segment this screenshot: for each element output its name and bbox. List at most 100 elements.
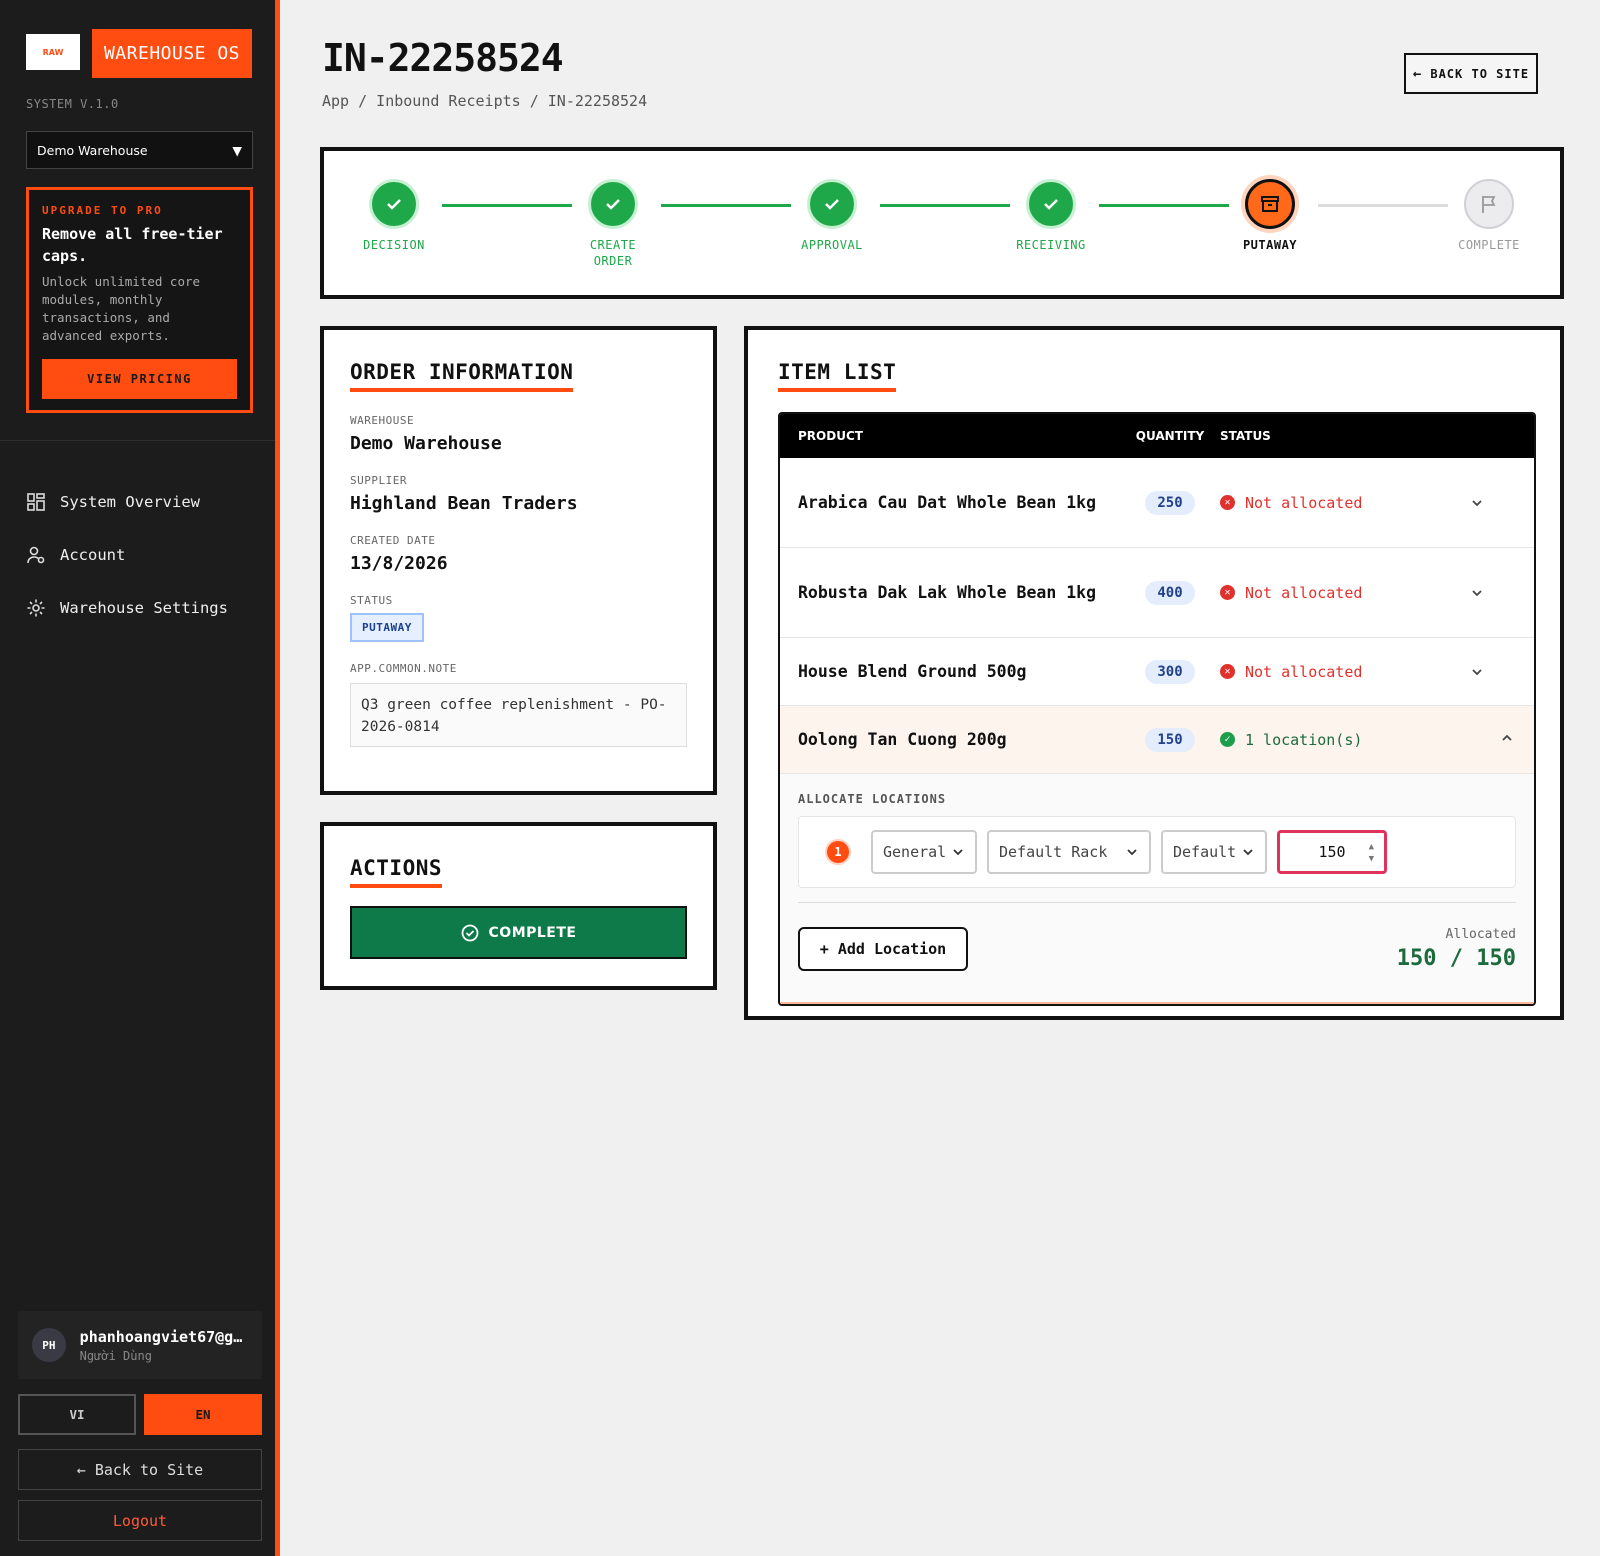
sidebar-item-warehouse-settings[interactable]: Warehouse Settings bbox=[26, 581, 228, 634]
chevron-up-icon[interactable] bbox=[1500, 731, 1514, 745]
status-label: STATUS bbox=[350, 594, 393, 607]
zone-select[interactable]: General bbox=[871, 830, 977, 874]
logout-button[interactable]: Logout bbox=[18, 1500, 262, 1541]
chevron-down-icon[interactable] bbox=[1470, 586, 1484, 600]
product-name: Arabica Cau Dat Whole Bean 1kg bbox=[798, 493, 1097, 512]
table-row[interactable]: House Blend Ground 500g 300 ✕ Not allocat… bbox=[780, 638, 1534, 706]
status-text: Not allocated bbox=[1245, 583, 1363, 602]
brand-title: WAREHOUSE OS bbox=[92, 29, 252, 78]
actions-card: ACTIONS COMPLETE bbox=[320, 822, 717, 990]
step-complete: COMPLETE bbox=[1429, 179, 1549, 253]
step-label: DECISION bbox=[363, 238, 425, 252]
zone-select-value: General bbox=[883, 843, 947, 861]
allocation-index-badge: 1 bbox=[825, 839, 851, 865]
archive-box-icon bbox=[1245, 179, 1295, 229]
back-to-site-button[interactable]: ← BACK TO SITE bbox=[1404, 53, 1538, 94]
chevron-down-icon[interactable] bbox=[1470, 496, 1484, 510]
upgrade-card: UPGRADE TO PRO Remove all free-tier caps… bbox=[26, 187, 253, 413]
back-to-site-label: BACK TO SITE bbox=[1430, 66, 1530, 81]
sidebar: RAW WAREHOUSE OS SYSTEM V.1.0 Demo Wareh… bbox=[0, 0, 280, 1556]
step-decision: DECISION bbox=[334, 179, 454, 253]
rack-select[interactable]: Default Rack bbox=[987, 830, 1151, 874]
allocated-summary: Allocated 150 / 150 bbox=[1397, 927, 1516, 971]
step-receiving: RECEIVING bbox=[991, 179, 1111, 253]
lang-vi-button[interactable]: VI bbox=[18, 1394, 136, 1435]
allocation-quantity-value: 150 bbox=[1318, 843, 1346, 861]
user-gear-icon bbox=[27, 546, 45, 563]
step-putaway: PUTAWAY bbox=[1210, 179, 1330, 253]
step-create-order: CREATE ORDER bbox=[553, 179, 673, 269]
avatar: PH bbox=[32, 1328, 66, 1362]
column-quantity: QUANTITY bbox=[1135, 429, 1205, 443]
status-cell: ✕ Not allocated bbox=[1220, 663, 1362, 681]
rack-select-value: Default Rack bbox=[999, 843, 1108, 861]
status-text: 1 location(s) bbox=[1245, 730, 1363, 749]
step-label: CREATE ORDER bbox=[589, 238, 637, 268]
chevron-down-icon bbox=[953, 849, 963, 856]
brand-logo: RAW bbox=[26, 34, 80, 70]
step-label: APPROVAL bbox=[801, 238, 863, 252]
complete-button-label: COMPLETE bbox=[488, 924, 577, 941]
quantity-pill: 300 bbox=[1145, 659, 1195, 684]
note-label: APP.COMMON.NOTE bbox=[350, 662, 457, 675]
status-badge: PUTAWAY bbox=[350, 613, 424, 642]
table-row[interactable]: Arabica Cau Dat Whole Bean 1kg 250 ✕ Not … bbox=[780, 458, 1534, 548]
upgrade-headline: Remove all free-tier caps. bbox=[42, 225, 223, 265]
user-role: Người Dùng bbox=[79, 1348, 152, 1363]
breadcrumb[interactable]: App / Inbound Receipts / IN-22258524 bbox=[322, 92, 647, 110]
allocation-row: 1 General Default Rack Default 150 ▲ ▼ bbox=[798, 816, 1516, 888]
item-table: PRODUCT QUANTITY STATUS Arabica Cau Dat … bbox=[778, 412, 1536, 1006]
arrow-left-icon: ← bbox=[1412, 65, 1423, 82]
flag-icon bbox=[1464, 179, 1514, 229]
warehouse-label: WAREHOUSE bbox=[350, 414, 415, 427]
created-date-value: 13/8/2026 bbox=[350, 553, 448, 574]
brand[interactable]: RAW WAREHOUSE OS bbox=[26, 29, 252, 78]
table-header: PRODUCT QUANTITY STATUS bbox=[780, 414, 1534, 458]
user-card[interactable]: PH phanhoangviet67@g… Người Dùng bbox=[18, 1311, 262, 1379]
allocate-locations-label: ALLOCATE LOCATIONS bbox=[798, 792, 947, 806]
progress-stepper: DECISION CREATE ORDER APPROVAL RECEIVING … bbox=[320, 147, 1564, 299]
sidebar-item-account[interactable]: Account bbox=[26, 528, 228, 581]
sidebar-item-system-overview[interactable]: System Overview bbox=[26, 475, 228, 528]
user-email: phanhoangviet67@g… bbox=[79, 1327, 243, 1346]
bin-select[interactable]: Default bbox=[1161, 830, 1267, 874]
view-pricing-button[interactable]: VIEW PRICING bbox=[42, 359, 237, 399]
allocation-quantity-input[interactable]: 150 ▲ ▼ bbox=[1277, 830, 1387, 874]
lang-en-button[interactable]: EN bbox=[144, 1394, 262, 1435]
step-label: COMPLETE bbox=[1458, 238, 1520, 252]
table-bottom-accent bbox=[780, 1002, 1534, 1004]
quantity-pill: 150 bbox=[1145, 727, 1195, 752]
upgrade-body: Unlock unlimited core modules, monthly t… bbox=[42, 274, 201, 343]
x-circle-icon: ✕ bbox=[1220, 585, 1235, 600]
status-text: Not allocated bbox=[1245, 662, 1363, 681]
quantity-cell: 400 bbox=[1120, 580, 1220, 605]
sidebar-back-to-site-button[interactable]: ← Back to Site bbox=[18, 1449, 262, 1490]
stepper-arrows-icon[interactable]: ▲ ▼ bbox=[1369, 841, 1374, 865]
item-list-card: ITEM LIST PRODUCT QUANTITY STATUS Arabic… bbox=[744, 326, 1564, 1020]
product-name: Robusta Dak Lak Whole Bean 1kg bbox=[798, 583, 1097, 602]
quantity-cell: 300 bbox=[1120, 659, 1220, 684]
actions-title: ACTIONS bbox=[350, 856, 443, 888]
table-row[interactable]: Robusta Dak Lak Whole Bean 1kg 400 ✕ Not … bbox=[780, 548, 1534, 638]
check-icon bbox=[369, 179, 419, 229]
warehouse-select-value: Demo Warehouse bbox=[37, 142, 148, 158]
status-text: Not allocated bbox=[1245, 493, 1363, 512]
order-information-title: ORDER INFORMATION bbox=[350, 360, 574, 392]
status-cell: ✓ 1 location(s) bbox=[1220, 731, 1362, 749]
sidebar-item-label: Warehouse Settings bbox=[60, 598, 228, 617]
table-row-expanded[interactable]: Oolong Tan Cuong 200g 150 ✓ 1 location(s) bbox=[780, 706, 1534, 774]
allocated-label: Allocated bbox=[1445, 926, 1516, 942]
chevron-down-icon[interactable] bbox=[1470, 665, 1484, 679]
chevron-down-icon bbox=[1127, 849, 1137, 856]
column-status: STATUS bbox=[1220, 429, 1271, 443]
step-approval: APPROVAL bbox=[772, 179, 892, 253]
check-circle-icon: ✓ bbox=[1220, 732, 1235, 747]
complete-button[interactable]: COMPLETE bbox=[350, 906, 687, 959]
add-location-button[interactable]: + Add Location bbox=[798, 926, 968, 971]
column-product: PRODUCT bbox=[798, 429, 863, 443]
status-cell: ✕ Not allocated bbox=[1220, 584, 1362, 602]
created-date-label: CREATED DATE bbox=[350, 534, 436, 547]
item-list-title: ITEM LIST bbox=[778, 360, 897, 392]
warehouse-select[interactable]: Demo Warehouse ▼ bbox=[26, 131, 253, 169]
x-circle-icon: ✕ bbox=[1220, 664, 1235, 679]
